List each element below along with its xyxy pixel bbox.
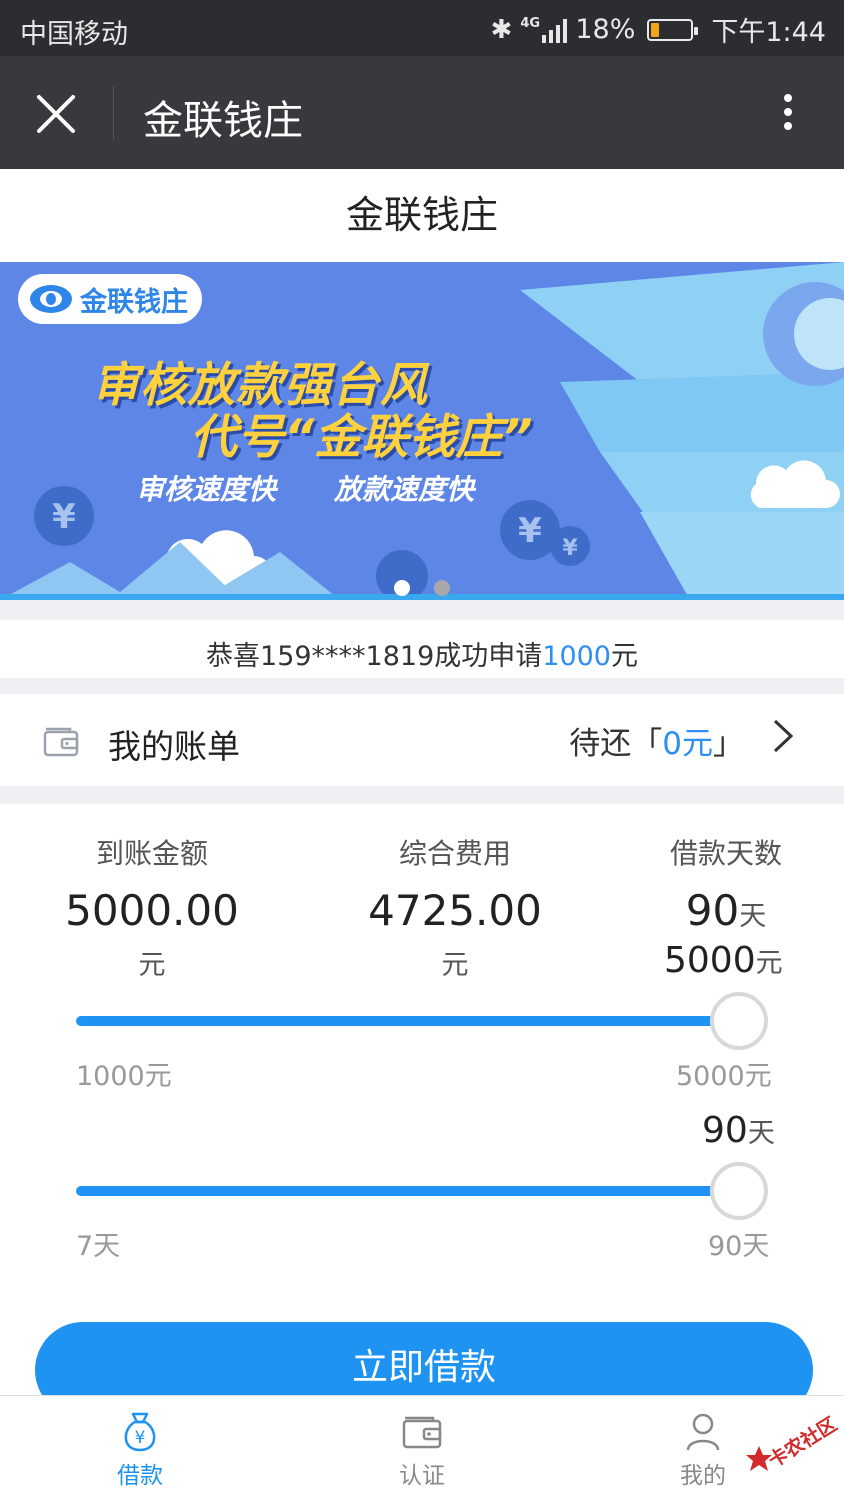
logo-mark-icon <box>30 285 72 313</box>
nav-item-loan[interactable]: ¥ 借款 <box>90 1410 190 1490</box>
loan-days-caption: 借款天数 <box>669 837 782 870</box>
bill-due-amount: 0元 <box>662 726 713 762</box>
notice-amount: 1000 <box>542 641 611 672</box>
page-title: 金联钱庄 <box>0 169 844 262</box>
total-fee-caption: 综合费用 <box>398 837 511 870</box>
more-dots-icon <box>784 94 792 102</box>
days-min-label: 7天 <box>76 1231 121 1262</box>
network-type: 4G <box>520 15 541 31</box>
nav-item-verify[interactable]: 认证 <box>372 1410 472 1490</box>
notice-suffix: 元 <box>610 641 638 672</box>
status-icons: ✱ 4G 18% 下午1:44 <box>491 10 826 49</box>
wallet-icon <box>43 727 79 757</box>
days-max-label: 90天 <box>708 1231 770 1262</box>
banner-logo: 金联钱庄 <box>18 274 202 324</box>
clock: 下午1:44 <box>711 17 826 48</box>
promo-banner[interactable]: ¥ ¥ ¥ 金联钱庄 审核放款强台风 代号“金联钱庄” 审核速度快 放款速度快 <box>0 262 844 600</box>
bluetooth-icon: ✱ <box>490 14 513 45</box>
close-icon <box>37 95 75 133</box>
nav-label-loan: 借款 <box>117 1463 163 1489</box>
my-bill-label: 我的账单 <box>108 727 240 766</box>
status-bar: 中国移动 ✱ 4G 18% 下午1:44 <box>0 0 844 56</box>
carousel-indicator <box>394 580 450 596</box>
battery-icon <box>647 18 699 41</box>
carousel-dot[interactable] <box>434 580 450 596</box>
notice-prefix: 恭喜159****1819成功申请 <box>206 641 543 672</box>
close-button[interactable] <box>36 94 76 134</box>
section-gap <box>0 786 844 804</box>
my-bill-row[interactable]: 我的账单 待还「0元」 <box>0 694 844 786</box>
days-slider-track[interactable] <box>76 1186 738 1196</box>
received-amount-stat: 到账金额 5000.00元 <box>52 832 252 984</box>
svg-text:¥: ¥ <box>518 511 542 551</box>
loan-days-value: 90 <box>685 886 740 935</box>
success-notice: 恭喜159****1819成功申请1000元 <box>0 620 844 678</box>
nav-item-mine[interactable]: 我的 <box>653 1410 753 1490</box>
bottom-navigation: ¥ 借款 认证 我的 <box>0 1395 844 1500</box>
more-menu-button[interactable] <box>774 88 802 138</box>
user-icon <box>686 1413 720 1451</box>
amount-max-label: 5000元 <box>676 1061 772 1092</box>
total-fee-stat: 综合费用 4725.00元 <box>355 832 555 984</box>
received-amount-value: 5000.00 <box>65 886 239 935</box>
app-title-bar: 金联钱庄 <box>0 56 844 169</box>
title-divider <box>113 86 114 140</box>
bill-due-status: 待还「0元」 <box>569 726 744 762</box>
wallet-icon <box>402 1416 442 1449</box>
svg-text:¥: ¥ <box>135 1428 146 1448</box>
days-slider-handle[interactable] <box>710 1162 768 1220</box>
section-gap <box>0 678 844 694</box>
nav-label-verify: 认证 <box>399 1463 445 1489</box>
banner-subtitle-2: 放款速度快 <box>334 473 475 506</box>
days-slider-value: 90天 <box>702 1110 775 1151</box>
carrier-name: 中国移动 <box>20 19 128 50</box>
carousel-dot[interactable] <box>394 580 410 596</box>
battery-percent: 18% <box>575 14 636 45</box>
window-title: 金联钱庄 <box>143 98 303 144</box>
svg-text:¥: ¥ <box>52 497 76 537</box>
amount-slider-track[interactable] <box>76 1016 738 1026</box>
banner-logo-text: 金联钱庄 <box>80 286 188 318</box>
banner-subtitle-1: 审核速度快 <box>136 473 277 506</box>
loan-days-stat: 借款天数 90天 <box>640 832 812 935</box>
total-fee-value: 4725.00 <box>368 886 542 935</box>
nav-label-mine: 我的 <box>680 1463 726 1489</box>
section-gap <box>0 600 844 620</box>
amount-slider-value: 5000元 <box>664 940 783 981</box>
banner-headline-2: 代号“金联钱庄” <box>190 410 533 465</box>
received-amount-caption: 到账金额 <box>95 837 208 870</box>
watermark-text: 卡农社区 <box>764 1413 841 1473</box>
money-bag-icon: ¥ <box>124 1412 156 1452</box>
chevron-right-icon <box>773 719 794 753</box>
watermark: 卡农社区 <box>742 1408 841 1480</box>
svg-text:¥: ¥ <box>562 536 578 561</box>
amount-min-label: 1000元 <box>76 1061 172 1092</box>
loan-calculator: 到账金额 5000.00元 综合费用 4725.00元 借款天数 90天 500… <box>0 804 844 1304</box>
signal-icon: 4G <box>520 15 568 43</box>
amount-slider-handle[interactable] <box>710 992 768 1050</box>
